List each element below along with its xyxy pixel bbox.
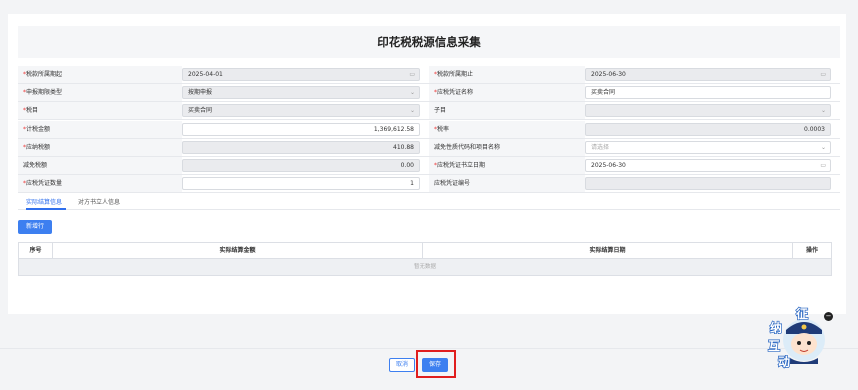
field-label-text: 税目 [26, 107, 39, 115]
form-panel: 印花税税源信息采集 *税款所属期起 2025-04-01 ▭ *税款所属期止 2025-… [8, 14, 846, 314]
field-label-text: 减免税额 [23, 162, 48, 169]
field-label-text: 税款所属期起 [26, 71, 63, 78]
field-value: 410.88 [393, 143, 414, 151]
widget-char-1: 征 [796, 306, 808, 321]
interaction-assistant-widget[interactable]: 征 纳 互 动 [752, 300, 838, 372]
field-input: 按期申报 ⌄ [182, 86, 420, 100]
field-value: 买卖合同 [591, 89, 616, 97]
chevron-down-icon: ⌄ [820, 107, 826, 115]
field-label: 子目 [429, 102, 585, 120]
form-row: *应纳税额 410.88 减免性质代码和项目名称 请选择 ⌄ [18, 138, 840, 157]
field-input: ⌄ [585, 104, 831, 118]
field-value: 按期申报 [188, 89, 213, 97]
field-label: 减免税额 [18, 157, 182, 174]
field-label: *税款所属期止 [429, 66, 585, 83]
add-row-button[interactable]: 新增行 [18, 220, 52, 234]
field-label-text: 税率 [437, 125, 450, 133]
avatar-eye-right [807, 341, 811, 345]
field-value: 买卖合同 [188, 107, 213, 115]
column-header-amount: 实际结算金额 [53, 243, 423, 258]
cancel-button[interactable]: 取消 [389, 358, 415, 372]
field-label-text: 减免性质代码和项目名称 [434, 143, 501, 151]
field-value: 2025-04-01 [188, 71, 223, 78]
field-label-text: 应税凭证书立日期 [437, 162, 486, 169]
field-input[interactable]: 1 [182, 177, 420, 191]
field-input: 买卖合同 ⌄ [182, 104, 420, 118]
field-label: *应税凭证数量 [18, 175, 182, 193]
field-value: 请选择 [591, 143, 610, 151]
field-label-text: 申报期限类型 [26, 89, 63, 97]
field-label: *税款所属期起 [18, 66, 182, 83]
field-label: *应纳税额 [18, 138, 182, 156]
column-header-actions: 操作 [805, 247, 818, 254]
page-title: 印花税税源信息采集 [377, 35, 481, 49]
field-input[interactable]: 2025-06-30 ▭ [585, 159, 831, 172]
table-header: 序号 实际结算金额 实际结算日期 操作 [18, 242, 832, 259]
calendar-icon: ▭ [409, 71, 415, 78]
title-bar: 印花税税源信息采集 [18, 26, 840, 58]
field-input: 0.0003 [585, 122, 831, 136]
chevron-down-icon: ⌄ [409, 107, 415, 115]
field-input[interactable]: 请选择 ⌄ [585, 140, 831, 154]
form-row: 减免税额 0.00 *应税凭证书立日期 2025-06-30 ▭ [18, 157, 840, 175]
form-row: *应税凭证数量 1 应税凭证编号 [18, 175, 840, 194]
chevron-down-icon[interactable]: ⌄ [821, 142, 826, 153]
field-value: 2025-06-30 [591, 71, 626, 78]
widget-char-3: 互 [768, 339, 780, 353]
field-input: 410.88 [182, 140, 420, 154]
field-input[interactable]: 1,369,612.58 [182, 122, 420, 136]
field-value: 1,369,612.58 [373, 125, 414, 133]
field-value: 0.0003 [804, 125, 825, 133]
field-label-text: 税款所属期止 [437, 71, 474, 78]
column-header-index: 序号 [19, 243, 53, 258]
field-label-text: 应税凭证数量 [26, 180, 63, 188]
calendar-icon[interactable]: ▭ [820, 160, 826, 171]
calendar-icon: ▭ [820, 71, 826, 78]
field-label: *计税金额 [18, 120, 182, 138]
field-label: *应税凭证名称 [429, 84, 585, 102]
field-label: *税率 [429, 120, 585, 138]
field-label-text: 应税凭证编号 [434, 180, 471, 188]
save-highlight-box [416, 350, 456, 378]
field-input: 2025-04-01 ▭ [182, 68, 420, 81]
field-label-text: 应纳税额 [26, 143, 51, 151]
field-label: *申报期限类型 [18, 84, 182, 102]
field-label: 应税凭证编号 [429, 175, 585, 193]
cap-badge [801, 324, 807, 330]
footer-divider [0, 348, 858, 349]
form-row: *税款所属期起 2025-04-01 ▭ *税款所属期止 2025-06-30 ▭ [18, 66, 840, 84]
field-input: 2025-06-30 ▭ [585, 68, 831, 81]
field-value: 1 [410, 180, 414, 188]
field-label: *应税凭证书立日期 [429, 157, 585, 174]
tab-settlement-info[interactable]: 实际结算信息 [26, 197, 62, 206]
field-input: 0.00 [182, 159, 420, 172]
chevron-down-icon: ⌄ [409, 89, 415, 97]
field-input [585, 177, 831, 191]
form-row: *税目 买卖合同 ⌄ 子目 ⌄ [18, 102, 840, 121]
field-value: 0.00 [400, 162, 414, 169]
field-label: 减免性质代码和项目名称 [429, 138, 585, 156]
field-label-text: 子目 [434, 107, 447, 115]
tab-counterparty-info[interactable]: 对方书立人信息 [78, 197, 120, 206]
widget-char-2: 纳 [770, 320, 782, 335]
form-row: *申报期限类型 按期申报 ⌄ *应税凭证名称 买卖合同 [18, 84, 840, 103]
widget-close-icon[interactable]: − [824, 312, 833, 321]
field-input[interactable]: 买卖合同 [585, 86, 831, 100]
field-label-text: 计税金额 [26, 125, 51, 133]
table-empty-state: 暂无数据 [18, 259, 832, 276]
avatar-eye-left [797, 341, 801, 345]
field-value: 2025-06-30 [591, 162, 626, 169]
tab-bar: 实际结算信息 对方书立人信息 [18, 194, 840, 210]
column-header-date: 实际结算日期 [423, 243, 793, 258]
widget-char-4: 动 [778, 355, 790, 369]
field-label-text: 应税凭证名称 [437, 89, 474, 97]
active-tab-indicator [26, 208, 66, 210]
field-label: *税目 [18, 102, 182, 120]
form-row: *计税金额 1,369,612.58 *税率 0.0003 [18, 120, 840, 139]
